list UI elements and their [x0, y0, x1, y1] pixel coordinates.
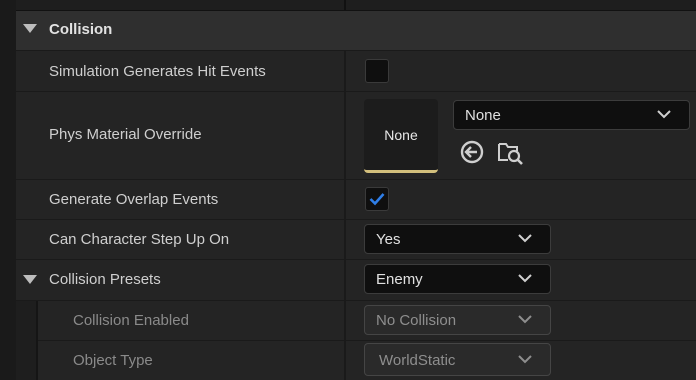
- column-divider: [344, 51, 346, 91]
- browse-folder-icon[interactable]: [496, 138, 524, 166]
- hit-events-checkbox[interactable]: [365, 59, 389, 83]
- row-hit-events: Simulation Generates Hit Events: [16, 51, 696, 92]
- column-divider: [344, 301, 346, 340]
- column-divider: [344, 180, 346, 219]
- use-selected-arrow-icon[interactable]: [458, 138, 486, 166]
- row-collision-enabled: Collision Enabled No Collision: [38, 301, 696, 341]
- column-divider: [344, 260, 346, 300]
- chevron-down-icon: [518, 315, 532, 324]
- column-divider: [344, 220, 346, 259]
- collision-enabled-label: Collision Enabled: [73, 312, 189, 329]
- phys-material-value: None: [465, 107, 501, 124]
- collapse-triangle-icon[interactable]: [23, 275, 37, 284]
- object-type-label: Object Type: [73, 352, 153, 369]
- step-up-value: Yes: [376, 231, 401, 248]
- collision-presets-dropdown[interactable]: Enemy: [364, 264, 551, 294]
- row-overlap-events: Generate Overlap Events: [16, 180, 696, 220]
- collision-enabled-dropdown[interactable]: No Collision: [364, 305, 551, 335]
- collision-enabled-value: No Collision: [376, 312, 457, 329]
- nested-indent-gutter: [16, 301, 38, 380]
- step-up-dropdown[interactable]: Yes: [364, 224, 551, 254]
- thumbnail-text: None: [384, 127, 418, 143]
- hit-events-label: Simulation Generates Hit Events: [49, 63, 266, 80]
- left-gutter: [0, 0, 16, 380]
- object-type-value: WorldStatic: [379, 352, 456, 369]
- phys-material-dropdown[interactable]: None: [453, 100, 690, 130]
- collision-presets-value: Enemy: [376, 271, 423, 288]
- overlap-events-label: Generate Overlap Events: [49, 191, 219, 208]
- chevron-down-icon: [518, 234, 532, 243]
- column-divider: [344, 92, 346, 179]
- object-type-dropdown[interactable]: WorldStatic: [364, 343, 551, 376]
- chevron-down-icon: [518, 355, 532, 364]
- chevron-down-icon: [518, 274, 532, 283]
- step-up-label: Can Character Step Up On: [49, 231, 230, 248]
- collapse-triangle-icon[interactable]: [23, 24, 37, 33]
- phys-material-label: Phys Material Override: [49, 126, 202, 143]
- overlap-events-checkbox[interactable]: [365, 187, 389, 211]
- collision-section-header[interactable]: Collision: [16, 11, 696, 51]
- checkmark-icon: [369, 193, 385, 206]
- material-thumbnail[interactable]: None: [364, 99, 438, 173]
- top-strip: [16, 0, 696, 11]
- section-title: Collision: [49, 21, 113, 38]
- chevron-down-icon: [657, 110, 671, 119]
- column-divider: [344, 0, 346, 10]
- column-divider: [344, 341, 346, 380]
- row-collision-presets: Collision Presets Enemy: [16, 260, 696, 301]
- row-step-up: Can Character Step Up On Yes: [16, 220, 696, 260]
- collision-presets-label: Collision Presets: [49, 271, 161, 288]
- row-object-type: Object Type WorldStatic: [38, 341, 696, 380]
